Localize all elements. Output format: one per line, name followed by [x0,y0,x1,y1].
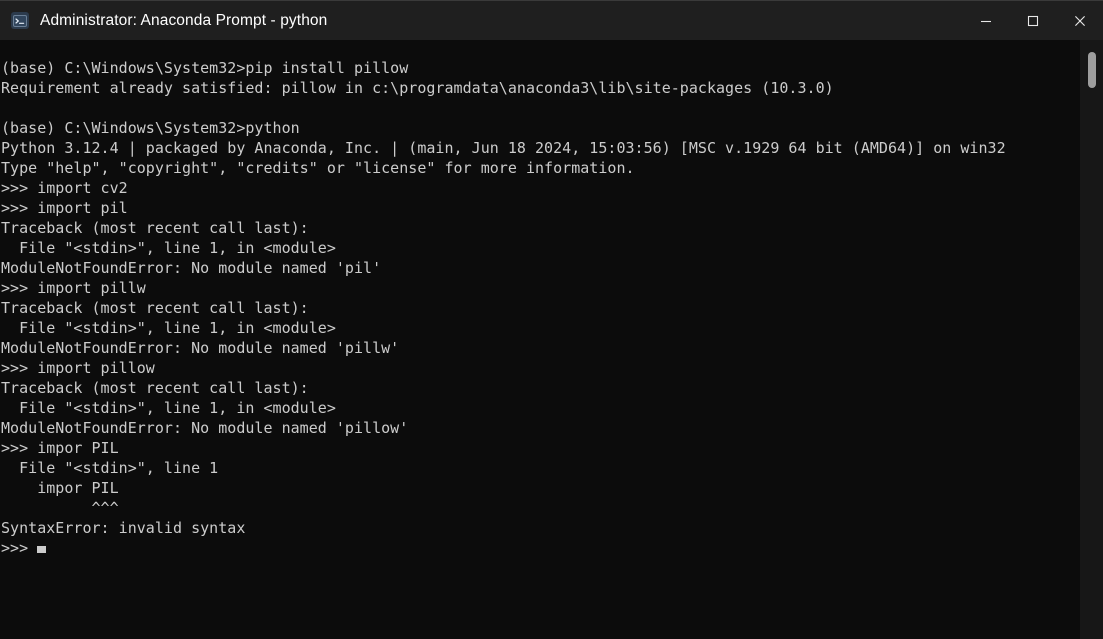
console-line: ^^^ [1,499,119,517]
console-line: >>> import cv2 [1,179,128,197]
console-line: Traceback (most recent call last): [1,299,309,317]
window-controls [962,1,1103,41]
console-line: ModuleNotFoundError: No module named 'pi… [1,259,382,277]
console-line: ModuleNotFoundError: No module named 'pi… [1,419,409,437]
terminal-window: Administrator: Anaconda Prompt - python [0,0,1103,639]
console-line: (base) C:\Windows\System32>pip install p… [1,59,409,77]
console-line: >>> import pillow [1,359,155,377]
minimize-button[interactable] [962,1,1009,41]
console-line: Python 3.12.4 | packaged by Anaconda, In… [1,139,1006,157]
console-line: File "<stdin>", line 1, in <module> [1,239,336,257]
console-line: Traceback (most recent call last): [1,379,309,397]
text-cursor [37,546,47,553]
console-line: SyntaxError: invalid syntax [1,519,246,537]
console-line: Type "help", "copyright", "credits" or "… [1,159,635,177]
title-bar[interactable]: Administrator: Anaconda Prompt - python [0,0,1103,40]
console-line: >>> import pillw [1,279,146,297]
close-button[interactable] [1056,1,1103,41]
console-line: Requirement already satisfied: pillow in… [1,79,834,97]
scrollbar-thumb[interactable] [1088,51,1096,88]
terminal-output-area[interactable]: (base) C:\Windows\System32>pip install p… [0,40,1103,639]
console-line: Traceback (most recent call last): [1,219,309,237]
console-line: (base) C:\Windows\System32>python [1,119,300,137]
window-title: Administrator: Anaconda Prompt - python [40,11,328,29]
console-line: impor PIL [1,479,119,497]
scrollbar[interactable] [1080,40,1103,639]
console-prompt-line: >>> [1,538,1006,558]
console-line: >>> impor PIL [1,439,119,457]
console-line: File "<stdin>", line 1, in <module> [1,399,336,417]
console-line: File "<stdin>", line 1 [1,459,219,477]
console-line: ModuleNotFoundError: No module named 'pi… [1,339,400,357]
console-line: File "<stdin>", line 1, in <module> [1,319,336,337]
maximize-button[interactable] [1009,1,1056,41]
console-text: (base) C:\Windows\System32>pip install p… [1,58,1006,558]
prompt-symbol: >>> [1,539,38,557]
terminal-prompt-icon [11,12,29,29]
console-line: >>> import pil [1,199,128,217]
